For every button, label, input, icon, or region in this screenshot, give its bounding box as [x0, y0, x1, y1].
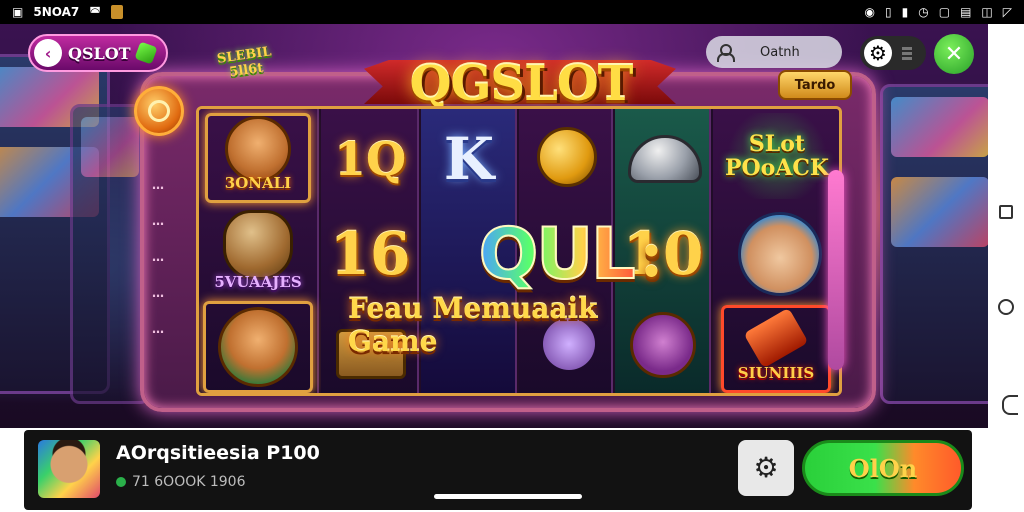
side-rail-mark: …: [152, 214, 164, 228]
pouch-symbol: 5VUAAJES: [205, 209, 311, 299]
cabinet-screen: [891, 177, 988, 247]
slot-pack-symbol: SLot POoACK: [721, 113, 833, 199]
man-symbol: [203, 301, 313, 393]
symbol-qul: QUL :: [421, 209, 721, 299]
bald-man-face-icon: [218, 307, 298, 387]
user-icon: [716, 44, 735, 62]
gear-icon: ⚙: [753, 451, 779, 484]
settings-toggle[interactable]: ⚙: [860, 36, 926, 70]
bonus-label: 3ONALI: [224, 174, 292, 192]
side-rail-mark: …: [152, 286, 164, 300]
coin-icon: [148, 100, 170, 122]
tag-button[interactable]: Tardo: [778, 70, 852, 100]
character-face-icon: [225, 116, 291, 182]
side-rail: … … … … …: [148, 178, 168, 378]
account-label: Oatnh: [760, 44, 800, 60]
battery-icon: ▤: [960, 5, 972, 19]
vibrate-icon: ▯: [885, 5, 892, 19]
side-rail-mark: …: [152, 250, 164, 264]
symbol-1q: 1Q: [321, 119, 419, 199]
sim-card-icon: ▮: [901, 5, 909, 19]
promo-banner: Feau Memuaaik Game: [348, 292, 598, 358]
play-button[interactable]: OlOn: [802, 440, 964, 496]
close-icon: ✕: [944, 41, 964, 67]
app-title: AOrqsitieesia P100: [116, 442, 320, 464]
scatter-label: SIUNIIIS: [737, 364, 815, 382]
pouch-label: 5VUAAJES: [214, 273, 302, 291]
brand-back-button[interactable]: ‹ QSLOT: [28, 34, 168, 72]
symbol-k: K: [421, 119, 517, 199]
close-button[interactable]: ✕: [934, 34, 974, 74]
screenshot-icon: ▢: [938, 5, 951, 19]
bonus-symbol: 3ONALI: [205, 113, 311, 203]
coin-badge[interactable]: [134, 86, 184, 136]
symbol-16: 16: [321, 209, 419, 299]
coin-symbol: [535, 125, 599, 189]
sim-icon: ▣: [12, 5, 24, 19]
gold-coin-icon: [537, 127, 597, 187]
menu-bars-icon: [902, 46, 912, 60]
wifi-icon: ◫: [981, 5, 993, 19]
slot-pack-text: SLot POoACK: [724, 131, 830, 181]
knight-helmet-icon: [628, 135, 702, 183]
status-bar: ▣ 5NOA7 ◚ ◉ ▯ ▮ ◷ ▢ ▤ ◫ ◸: [0, 0, 1024, 24]
side-rail-mark: …: [152, 322, 164, 336]
elf-symbol: [735, 209, 825, 299]
alarm-icon: ◷: [918, 5, 929, 19]
gem-icon: [134, 41, 158, 65]
elf-face-icon: [738, 212, 822, 296]
signal-icon: ◸: [1002, 5, 1012, 19]
status-right: ◉ ▯ ▮ ◷ ▢ ▤ ◫ ◸: [865, 5, 1012, 19]
reel-column-1: 3ONALI 5VUAAJES: [199, 109, 319, 393]
android-nav-bar: [988, 24, 1024, 512]
home-indicator[interactable]: [434, 494, 582, 499]
arcade-cabinet-left-2: [70, 104, 150, 404]
cabinet-screen: [891, 97, 988, 157]
gear-icon: ⚙: [864, 39, 892, 67]
money-pouch-icon: [223, 210, 293, 280]
arcade-cabinet-right: [880, 84, 988, 404]
symbol-qul-text: QUL: [478, 212, 637, 296]
recent-apps-icon[interactable]: [999, 205, 1013, 219]
home-icon[interactable]: [998, 299, 1014, 315]
app-meta: 71 6OOOK 1906: [116, 474, 246, 490]
status-left: ▣ 5NOA7 ◚: [12, 5, 123, 19]
helmet-symbol: [625, 129, 705, 189]
back-arrow-icon: ‹: [34, 39, 62, 67]
app-notification-icon: [110, 5, 123, 19]
back-icon[interactable]: [1000, 395, 1018, 415]
side-light-rail: [828, 170, 844, 370]
location-icon: ◉: [864, 5, 876, 19]
status-carrier-text: 5NOA7: [33, 5, 80, 19]
cast-icon: ◚: [89, 5, 101, 19]
app-meta-text: 71 6OOOK 1906: [132, 474, 246, 490]
symbol-1q-text: 1Q: [333, 132, 407, 186]
brand-label: QSLOT: [68, 43, 131, 63]
scatter-symbol: SIUNIIIS: [721, 305, 831, 393]
status-dot-icon: [116, 477, 126, 487]
hammer-icon: [743, 307, 809, 369]
app-avatar[interactable]: [38, 440, 100, 498]
symbol-16-text: 16: [329, 220, 411, 288]
settings-button[interactable]: ⚙: [738, 440, 794, 496]
symbol-colon-text: :: [639, 216, 664, 292]
side-rail-mark: …: [152, 178, 164, 192]
cabinet-screen: [81, 117, 139, 177]
reel-column-6: SLot POoACK SIUNIIIS: [713, 109, 839, 393]
symbol-k-text: K: [443, 125, 495, 193]
account-search-field[interactable]: Oatnh: [706, 36, 842, 68]
